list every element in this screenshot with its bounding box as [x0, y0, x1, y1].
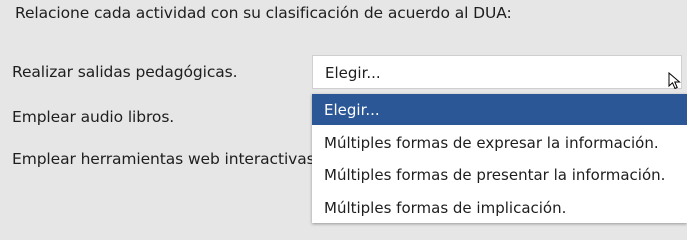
select-value: Elegir... [325, 64, 381, 82]
activity-label-audio-libros: Emplear audio libros. [12, 108, 175, 126]
dropdown-option-expresar[interactable]: Múltiples formas de expresar la informac… [312, 134, 687, 152]
activity-label-herramientas-web: Emplear herramientas web interactivas. [12, 150, 320, 168]
classification-select-1[interactable]: Elegir... [312, 55, 682, 89]
classification-dropdown-list[interactable]: Elegir... Múltiples formas de expresar l… [312, 94, 687, 223]
question-text: Relacione cada actividad con su clasific… [15, 4, 512, 22]
activity-label-salidas: Realizar salidas pedagógicas. [12, 63, 238, 81]
dropdown-option-elegir[interactable]: Elegir... [312, 94, 687, 125]
dropdown-option-presentar[interactable]: Múltiples formas de presentar la informa… [312, 166, 687, 184]
mouse-pointer-icon [668, 72, 681, 90]
dropdown-option-implicacion[interactable]: Múltiples formas de implicación. [312, 199, 687, 217]
